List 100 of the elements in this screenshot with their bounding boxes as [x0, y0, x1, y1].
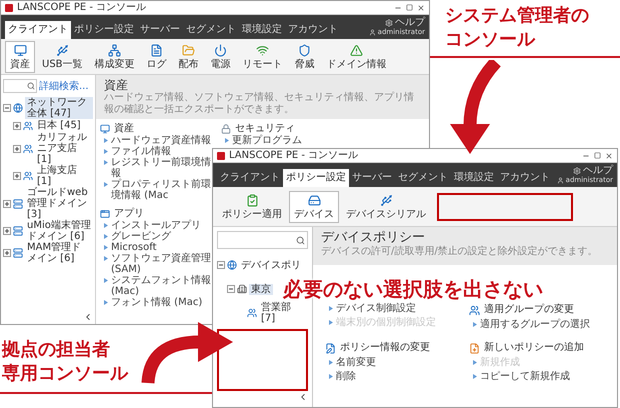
help-icon[interactable]	[385, 18, 393, 26]
nav-tab[interactable]: ポリシー設定	[283, 169, 349, 187]
file-add-icon	[469, 342, 480, 354]
building-icon	[237, 284, 247, 294]
help-icon[interactable]	[573, 166, 581, 174]
user-icon	[556, 177, 564, 184]
power-icon	[214, 44, 228, 56]
help-link[interactable]: ヘルプ	[583, 165, 613, 176]
expander-icon[interactable]	[13, 122, 21, 130]
toolbar-button[interactable]: ドメイン情報	[322, 40, 392, 72]
tree-item[interactable]: 日本 [45]	[35, 120, 83, 131]
menu-link[interactable]: コピーして新規作成	[480, 371, 570, 383]
menu-link[interactable]: レジストリー前環境情報	[111, 157, 213, 179]
tree-item[interactable]: MAM管理ドメイン [6]	[25, 242, 93, 264]
nav-tab[interactable]: 環境設定	[239, 21, 285, 39]
tree-item[interactable]: デバイスポリ	[239, 260, 303, 270]
expander-icon[interactable]	[13, 144, 21, 152]
toolbar-button[interactable]: 配布	[174, 40, 204, 72]
nav-tab[interactable]: クライアント	[5, 21, 71, 39]
shield-icon	[298, 44, 312, 56]
nav-tab[interactable]: アカウント	[285, 21, 341, 39]
document-icon	[150, 44, 164, 56]
tree-item[interactable]: 東京	[249, 284, 273, 294]
expander-icon[interactable]	[227, 285, 235, 293]
toolbar-button[interactable]: ポリシー適用	[217, 190, 287, 222]
menu-link[interactable]: グレービング	[111, 231, 171, 242]
expander-icon[interactable]	[3, 227, 11, 235]
nav-tab[interactable]: サーバー	[137, 21, 183, 39]
toolbar-button[interactable]: USB一覧	[37, 40, 88, 72]
section-title: アプリ	[114, 208, 144, 219]
expander-icon[interactable]	[3, 249, 11, 257]
search-field[interactable]	[3, 79, 37, 93]
bullet-icon	[104, 223, 108, 228]
toolbar-button[interactable]: 脅威	[290, 40, 320, 72]
menu-link[interactable]: ファイル情報	[111, 146, 171, 157]
toolbar-button[interactable]: 構成変更	[90, 40, 140, 72]
menu-link: 新規作成	[480, 357, 520, 369]
menu-link[interactable]: Microsoft	[111, 242, 157, 253]
caption-text: コンソール	[445, 28, 536, 52]
menu-link[interactable]: 削除	[336, 371, 356, 383]
help-link[interactable]: ヘルプ	[395, 17, 425, 28]
menu-link[interactable]: ハードウェア資産情報	[111, 135, 211, 146]
toolbar-button[interactable]: ログ	[142, 40, 172, 72]
menu-link: 端末別の個別制御設定	[336, 317, 436, 329]
tree-item[interactable]: 営業部 [7]	[259, 302, 308, 324]
expander-icon[interactable]	[3, 104, 11, 112]
search-field[interactable]	[217, 231, 308, 249]
tree-item[interactable]: 上海支店 [1]	[35, 165, 93, 187]
tree-item[interactable]: ネットワーク全体 [47]	[25, 97, 93, 119]
maximize-icon[interactable]	[406, 4, 413, 11]
search-icon[interactable]	[27, 82, 35, 90]
bullet-icon	[104, 300, 108, 305]
toolbar-button[interactable]: リモート	[238, 40, 288, 72]
usb-icon	[380, 194, 392, 206]
nav-tab[interactable]: セグメント	[183, 21, 239, 39]
advanced-search-link[interactable]: 詳細検索...	[39, 80, 89, 92]
nav-tab[interactable]: 環境設定	[451, 169, 497, 187]
menu-link[interactable]: プロパティリスト前環境情報 (Mac	[111, 179, 213, 201]
close-icon[interactable]	[605, 152, 613, 160]
wifi-icon	[256, 44, 270, 56]
menu-link[interactable]: ソフトウェア資産管理 (SAM)	[111, 253, 213, 275]
nav-tab[interactable]: アカウント	[497, 169, 553, 187]
bullet-icon	[329, 306, 333, 311]
menu-link[interactable]: インストールアプリ	[111, 220, 201, 231]
expander-icon[interactable]	[13, 172, 21, 180]
menu-link[interactable]: 更新プログラム	[232, 135, 302, 146]
search-icon[interactable]	[296, 236, 305, 244]
globe-icon	[227, 260, 237, 270]
app-logo-icon	[5, 4, 13, 12]
menu-link[interactable]: 名前変更	[336, 357, 376, 369]
bullet-icon	[104, 278, 108, 283]
bullet-icon	[473, 322, 477, 327]
menu-link[interactable]: フォント情報 (Mac)	[111, 297, 202, 308]
expander-icon[interactable]	[217, 261, 225, 269]
menu-link[interactable]: デバイス制御設定	[336, 303, 416, 315]
folder-icon	[182, 44, 196, 56]
page-description: ハードウェア情報、ソフトウェア情報、セキュリティ情報、アプリ情報の確認と一括エクスポートができます。	[104, 92, 415, 116]
menu-link[interactable]: システムフォント情報 (Mac)	[111, 275, 213, 297]
menu-link[interactable]: 適用するグループの選択	[480, 319, 590, 331]
window-title: LANSCOPE PE - コンソール	[229, 150, 358, 162]
caption-text: システム管理者の	[445, 4, 589, 28]
users-icon	[469, 304, 480, 316]
page-title: 資産	[104, 78, 129, 92]
toolbar-button[interactable]: デバイスシリアル	[341, 190, 431, 222]
group-title: 適用グループの変更	[484, 304, 574, 316]
tree-item[interactable]: カリフォルニア支店 [1]	[35, 132, 93, 165]
clipboard-icon	[246, 194, 258, 206]
nav-tab[interactable]: クライアント	[217, 169, 283, 187]
toolbar-button[interactable]: 資産	[5, 40, 35, 72]
tree-item[interactable]: uMio端末管理ドメイン [6]	[25, 220, 93, 242]
close-icon[interactable]	[417, 4, 425, 12]
nav-tab[interactable]: サーバー	[349, 169, 395, 187]
nav-tab[interactable]: ポリシー設定	[71, 21, 137, 39]
monitor-icon	[14, 44, 26, 56]
maximize-icon[interactable]	[594, 152, 601, 159]
toolbar-button[interactable]: 電源	[206, 40, 236, 72]
nav-tab[interactable]: セグメント	[395, 169, 451, 187]
toolbar-button[interactable]: デバイス	[289, 190, 339, 222]
expander-icon[interactable]	[3, 200, 11, 208]
bullet-icon	[473, 374, 477, 379]
